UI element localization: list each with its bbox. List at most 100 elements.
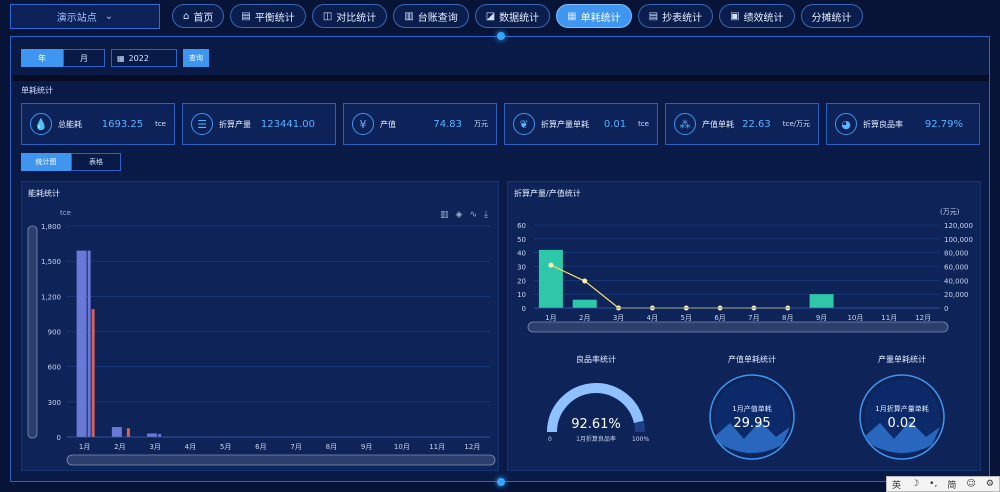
nav-tab-label: 绩效统计 bbox=[743, 12, 784, 24]
nav-tab-allocation[interactable]: 分摊统计 bbox=[800, 4, 863, 28]
nav-tab-ledger[interactable]: ▥ 台账查询 bbox=[393, 4, 469, 28]
energy-chart-panel: 能耗统计 ▥ ◈ ∿ ⤓ tce 0 300 600 900 1,200 1,500 1,80… bbox=[21, 181, 499, 471]
x-tick-label: 8月 bbox=[782, 314, 793, 322]
kpi-card-value-unit-consumption: ⁂ 产值单耗 22.63 tce/万元 bbox=[665, 103, 819, 145]
output-chart-panel: 折算产量/产值统计 (万元) 0 0 10 20,000 20 40,000 30 60,000… bbox=[507, 181, 981, 471]
yen-icon: ¥ bbox=[352, 113, 374, 135]
y-tick-label: 0 bbox=[522, 305, 526, 313]
x-tick-label: 7月 bbox=[748, 314, 759, 322]
y2-tick-label: 100,000 bbox=[944, 236, 973, 244]
moon-icon[interactable]: ☽ bbox=[911, 479, 919, 489]
line-point bbox=[582, 278, 588, 284]
nav-tab-balance[interactable]: ▤ 平衡统计 bbox=[230, 4, 306, 28]
horizontal-zoom-slider bbox=[527, 321, 949, 333]
nav-tab-performance[interactable]: ▣ 绩效统计 bbox=[719, 4, 795, 28]
x-tick-label: 4月 bbox=[185, 443, 196, 451]
gear-icon[interactable]: ⚙ bbox=[986, 479, 994, 489]
y2-axis-unit-label: (万元) bbox=[940, 208, 960, 216]
view-toggle: 统计图 表格 bbox=[21, 153, 121, 171]
period-month-button[interactable]: 月 bbox=[63, 49, 105, 67]
line-point bbox=[548, 262, 554, 268]
bar bbox=[572, 299, 597, 308]
kpi-unit: tce/万元 bbox=[782, 120, 810, 128]
y-tick-label: 40 bbox=[517, 250, 526, 258]
site-select-label: 演示站点 bbox=[56, 13, 97, 24]
kpi-value: 0.01 bbox=[603, 118, 627, 130]
x-tick-label: 11月 bbox=[429, 443, 445, 451]
punctuation-icon[interactable]: •, bbox=[929, 479, 937, 489]
download-icon[interactable]: ⤓ bbox=[484, 210, 488, 220]
ledger-icon: ▥ bbox=[404, 10, 414, 22]
view-table-button[interactable]: 表格 bbox=[71, 153, 121, 171]
x-tick-label: 7月 bbox=[290, 443, 301, 451]
x-tick-label: 5月 bbox=[220, 443, 231, 451]
y-tick-label: 600 bbox=[48, 364, 61, 372]
x-tick-label: 2月 bbox=[579, 314, 590, 322]
nav-tab-label: 首页 bbox=[193, 12, 214, 24]
date-value: 2022 bbox=[128, 53, 149, 63]
x-tick-label: 2月 bbox=[114, 443, 125, 451]
gauge-max: 100% bbox=[632, 436, 649, 443]
y2-tick-label: 0 bbox=[944, 305, 948, 313]
x-tick-label: 6月 bbox=[714, 314, 725, 322]
kpi-cards: 💧 总能耗 1693.25 tce ☰ 折算产量 123441.00 ¥ 产值 … bbox=[21, 103, 980, 145]
nav-tab-meter[interactable]: ▤ 抄表统计 bbox=[637, 4, 714, 28]
emoji-icon[interactable]: ☺ bbox=[966, 479, 975, 489]
nav-tab-unit-consumption[interactable]: ▦ 单耗统计 bbox=[556, 4, 632, 28]
vertical-zoom-slider bbox=[27, 225, 38, 439]
stack-icon[interactable]: ◈ bbox=[456, 210, 463, 220]
kpi-value: 123441.00 bbox=[260, 118, 315, 130]
performance-icon: ▣ bbox=[730, 10, 740, 22]
gauge-sub: 1月折算良品率 bbox=[576, 435, 616, 443]
nav-tab-label: 平衡统计 bbox=[254, 12, 295, 24]
y2-tick-label: 20,000 bbox=[944, 291, 969, 299]
unit-consumption-icon: ▦ bbox=[567, 10, 577, 22]
kpi-unit: tce bbox=[155, 120, 166, 128]
x-tick-label: 8月 bbox=[326, 443, 337, 451]
y2-tick-label: 40,000 bbox=[944, 277, 969, 285]
period-year-button[interactable]: 年 bbox=[21, 49, 63, 67]
frame-knob-bottom bbox=[497, 478, 505, 486]
line-chart-icon[interactable]: ∿ bbox=[469, 210, 477, 220]
output-combo-chart: (万元) 0 0 10 20,000 20 40,000 30 60,000 40 80,000 50… bbox=[517, 208, 973, 460]
kpi-unit: tce bbox=[638, 120, 649, 128]
nav-tab-label: 抄表统计 bbox=[662, 12, 703, 24]
ime-lang[interactable]: 英 bbox=[892, 478, 901, 491]
gauge-min: 0 bbox=[548, 436, 552, 443]
gauge-sub: 1月折算产量单耗 bbox=[875, 404, 928, 413]
gauge-value: 92.61% bbox=[571, 417, 621, 432]
query-button[interactable]: 查询 bbox=[183, 49, 209, 67]
date-picker[interactable]: ▦ 2022 bbox=[111, 49, 177, 67]
chart-toolbox: ▥ ◈ ∿ ⤓ bbox=[440, 210, 488, 220]
bar bbox=[809, 294, 834, 308]
x-tick-label: 12月 bbox=[915, 314, 931, 322]
horizontal-zoom-slider bbox=[66, 454, 496, 466]
bar-chart-icon[interactable]: ▥ bbox=[440, 210, 449, 220]
nav-tab-compare[interactable]: ◫ 对比统计 bbox=[311, 4, 388, 28]
view-chart-button[interactable]: 统计图 bbox=[21, 153, 71, 171]
nav-tab-data[interactable]: ◪ 数据统计 bbox=[474, 4, 551, 28]
x-tick-label: 5月 bbox=[681, 314, 692, 322]
gauge-title: 产值单耗统计 bbox=[728, 354, 776, 364]
bar bbox=[538, 249, 563, 308]
y-axis-unit-label: tce bbox=[60, 209, 71, 217]
energy-bar-chart: tce 0 300 600 900 1,200 1,500 1,800 1月 2月 3月 4月 5月 6月… bbox=[27, 209, 496, 466]
ime-simplified[interactable]: 简 bbox=[947, 478, 956, 491]
y2-tick-label: 80,000 bbox=[944, 250, 969, 258]
nav-tab-home[interactable]: ⌂ 首页 bbox=[172, 4, 225, 28]
y-tick-label: 60 bbox=[517, 222, 526, 230]
kpi-value: 22.63 bbox=[742, 118, 771, 130]
x-tick-label: 1月 bbox=[79, 443, 90, 451]
bar bbox=[87, 250, 91, 437]
kpi-card-output-value: ¥ 产值 74.83 万元 bbox=[343, 103, 497, 145]
list-icon: ☰ bbox=[191, 113, 213, 135]
x-tick-label: 6月 bbox=[255, 443, 266, 451]
data-icon: ◪ bbox=[485, 10, 496, 22]
kpi-label: 折算产量 bbox=[219, 119, 251, 129]
cluster-icon: ⁂ bbox=[674, 113, 696, 135]
kpi-label: 折算良品率 bbox=[863, 119, 903, 129]
site-select[interactable]: 演示站点 ⌄ bbox=[10, 4, 160, 29]
y-tick-label: 300 bbox=[48, 399, 61, 407]
y-tick-label: 10 bbox=[517, 291, 526, 299]
kpi-unit: 万元 bbox=[474, 120, 488, 128]
